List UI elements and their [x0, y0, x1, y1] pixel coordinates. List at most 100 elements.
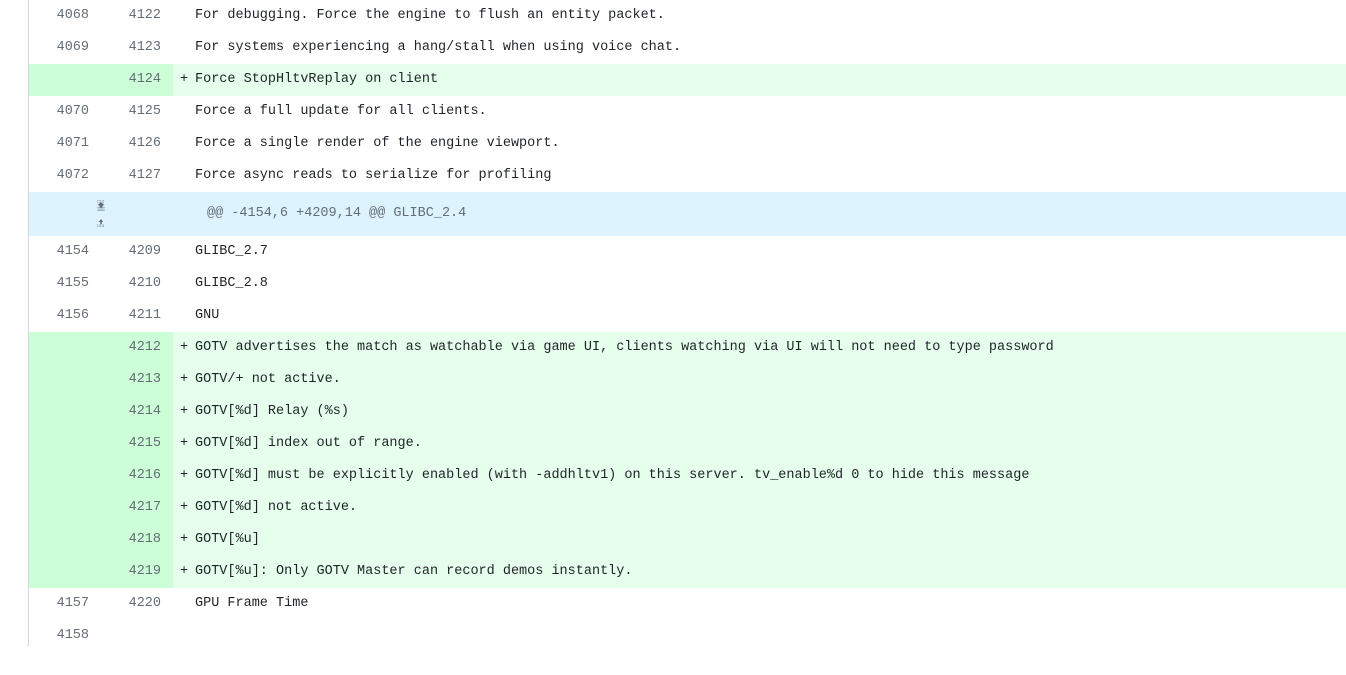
- old-line-number[interactable]: 4154: [29, 236, 101, 268]
- diff-row-context: 41574220 GPU Frame Time: [29, 588, 1346, 620]
- diff-row-added: 4214+GOTV[%d] Relay (%s): [29, 396, 1346, 428]
- diff-row-added: 4213+GOTV/+ not active.: [29, 364, 1346, 396]
- new-line-number[interactable]: 4126: [101, 128, 173, 160]
- diff-row-context: 41544209 GLIBC_2.7: [29, 236, 1346, 268]
- old-line-number[interactable]: 4072: [29, 160, 101, 192]
- expand-up-icon: [93, 216, 109, 228]
- new-line-number[interactable]: 4216: [101, 460, 173, 492]
- context-marker: [173, 96, 195, 128]
- new-line-number[interactable]: 4123: [101, 32, 173, 64]
- code-line: Force StopHltvReplay on client: [195, 64, 1346, 96]
- new-line-number[interactable]: 4212: [101, 332, 173, 364]
- diff-row-context: 40684122 For debugging. Force the engine…: [29, 0, 1346, 32]
- code-line: GOTV[%u]: Only GOTV Master can record de…: [195, 556, 1346, 588]
- code-line: GOTV advertises the match as watchable v…: [195, 332, 1346, 364]
- old-line-number[interactable]: [29, 332, 101, 364]
- hunk-marker: [173, 192, 195, 236]
- old-line-number[interactable]: [29, 396, 101, 428]
- code-line: For debugging. Force the engine to flush…: [195, 0, 1346, 32]
- diff-row-added: 4215+GOTV[%d] index out of range.: [29, 428, 1346, 460]
- context-marker: [173, 268, 195, 300]
- context-marker: [173, 160, 195, 192]
- old-line-number[interactable]: [29, 524, 101, 556]
- addition-marker: +: [173, 460, 195, 492]
- code-line: GOTV[%d] not active.: [195, 492, 1346, 524]
- code-line: GOTV[%d] must be explicitly enabled (wit…: [195, 460, 1346, 492]
- old-line-number[interactable]: [29, 428, 101, 460]
- new-line-number[interactable]: 4124: [101, 64, 173, 96]
- diff-row-context: 41584221 Game Engine: [29, 620, 1346, 646]
- addition-marker: +: [173, 492, 195, 524]
- old-line-number[interactable]: 4155: [29, 268, 101, 300]
- new-line-number[interactable]: 4217: [101, 492, 173, 524]
- code-line: GLIBC_2.7: [195, 236, 1346, 268]
- code-line: GLIBC_2.8: [195, 268, 1346, 300]
- old-line-number[interactable]: 4156: [29, 300, 101, 332]
- new-line-number[interactable]: 4210: [101, 268, 173, 300]
- old-line-number[interactable]: [29, 460, 101, 492]
- diff-row-added: 4124+Force StopHltvReplay on client: [29, 64, 1346, 96]
- diff-container: 40684122 For debugging. Force the engine…: [28, 0, 1346, 646]
- new-line-number[interactable]: 4220: [101, 588, 173, 620]
- code-line: GNU: [195, 300, 1346, 332]
- old-line-number[interactable]: 4071: [29, 128, 101, 160]
- new-line-number[interactable]: 4219: [101, 556, 173, 588]
- expand-hunk-button[interactable]: [29, 192, 173, 236]
- old-line-number[interactable]: 4069: [29, 32, 101, 64]
- context-marker: [173, 32, 195, 64]
- hunk-header-row: @@ -4154,6 +4209,14 @@ GLIBC_2.4: [29, 192, 1346, 236]
- new-line-number[interactable]: 4125: [101, 96, 173, 128]
- addition-marker: +: [173, 64, 195, 96]
- code-line: Force a full update for all clients.: [195, 96, 1346, 128]
- addition-marker: +: [173, 332, 195, 364]
- context-marker: [173, 588, 195, 620]
- new-line-number[interactable]: 4211: [101, 300, 173, 332]
- diff-row-added: 4218+GOTV[%u]: [29, 524, 1346, 556]
- expand-down-icon: [93, 200, 109, 212]
- addition-marker: +: [173, 396, 195, 428]
- code-line: For systems experiencing a hang/stall wh…: [195, 32, 1346, 64]
- addition-marker: +: [173, 524, 195, 556]
- new-line-number[interactable]: 4213: [101, 364, 173, 396]
- old-line-number[interactable]: 4068: [29, 0, 101, 32]
- new-line-number[interactable]: 4209: [101, 236, 173, 268]
- old-line-number[interactable]: 4070: [29, 96, 101, 128]
- diff-row-added: 4217+GOTV[%d] not active.: [29, 492, 1346, 524]
- context-marker: [173, 128, 195, 160]
- code-line: Force a single render of the engine view…: [195, 128, 1346, 160]
- code-line: GOTV[%d] index out of range.: [195, 428, 1346, 460]
- diff-table: 40684122 For debugging. Force the engine…: [29, 0, 1346, 646]
- diff-row-added: 4212+GOTV advertises the match as watcha…: [29, 332, 1346, 364]
- diff-row-context: 40724127 Force async reads to serialize …: [29, 160, 1346, 192]
- diff-row-context: 40714126 Force a single render of the en…: [29, 128, 1346, 160]
- old-line-number[interactable]: 4157: [29, 588, 101, 620]
- old-line-number[interactable]: [29, 364, 101, 396]
- code-line: Force async reads to serialize for profi…: [195, 160, 1346, 192]
- context-marker: [173, 236, 195, 268]
- addition-marker: +: [173, 364, 195, 396]
- new-line-number[interactable]: 4218: [101, 524, 173, 556]
- context-marker: [173, 300, 195, 332]
- addition-marker: +: [173, 556, 195, 588]
- old-line-number[interactable]: [29, 64, 101, 96]
- new-line-number[interactable]: 4127: [101, 160, 173, 192]
- addition-marker: +: [173, 428, 195, 460]
- diff-row-context: 41564211 GNU: [29, 300, 1346, 332]
- diff-row-context: 41554210 GLIBC_2.8: [29, 268, 1346, 300]
- hunk-header-text: @@ -4154,6 +4209,14 @@ GLIBC_2.4: [195, 192, 1346, 236]
- code-line: GOTV[%u]: [195, 524, 1346, 556]
- code-line: GOTV[%d] Relay (%s): [195, 396, 1346, 428]
- diff-row-added: 4219+GOTV[%u]: Only GOTV Master can reco…: [29, 556, 1346, 588]
- new-line-number[interactable]: 4214: [101, 396, 173, 428]
- code-line: GPU Frame Time: [195, 588, 1346, 620]
- new-line-number[interactable]: 4122: [101, 0, 173, 32]
- code-line: GOTV/+ not active.: [195, 364, 1346, 396]
- new-line-number[interactable]: 4215: [101, 428, 173, 460]
- diff-row-added: 4216+GOTV[%d] must be explicitly enabled…: [29, 460, 1346, 492]
- old-line-number[interactable]: [29, 492, 101, 524]
- old-line-number[interactable]: [29, 556, 101, 588]
- context-marker: [173, 0, 195, 32]
- diff-row-context: 40694123 For systems experiencing a hang…: [29, 32, 1346, 64]
- old-line-number[interactable]: 4158: [29, 620, 101, 646]
- diff-row-context: 40704125 Force a full update for all cli…: [29, 96, 1346, 128]
